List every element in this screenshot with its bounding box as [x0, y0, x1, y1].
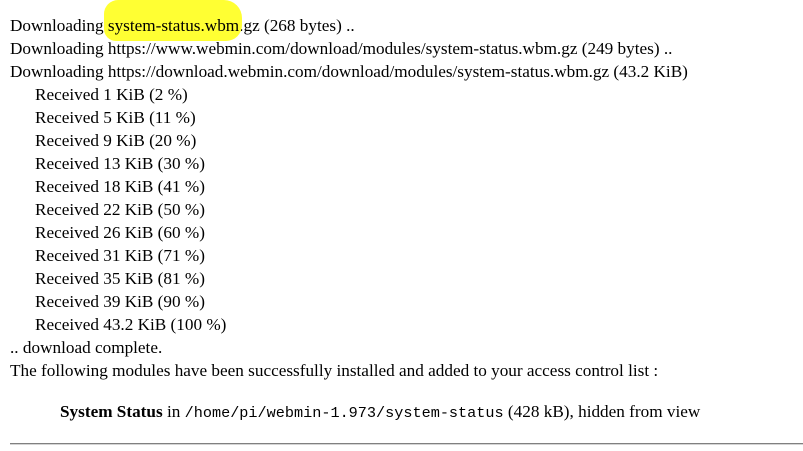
- horizontal-divider: [10, 443, 803, 445]
- module-in-label: in: [162, 402, 185, 421]
- download-suffix: .gz (268 bytes) ..: [239, 16, 355, 35]
- download-prefix: Downloading: [10, 16, 108, 35]
- installed-message: The following modules have been successf…: [10, 361, 659, 380]
- highlighted-filename-text: system-status.wbm: [107, 16, 240, 35]
- download-line-3: Downloading https://download.webmin.com/…: [10, 62, 688, 81]
- progress-line: Received 26 KiB (60 %): [35, 223, 205, 242]
- module-details: (428 kB), hidden from view: [503, 402, 701, 421]
- installed-module-entry: System Status in /home/pi/webmin-1.973/s…: [60, 400, 700, 424]
- progress-line: Received 1 KiB (2 %): [35, 85, 188, 104]
- module-path: /home/pi/webmin-1.973/system-status: [184, 404, 504, 422]
- progress-line: Received 31 KiB (71 %): [35, 246, 205, 265]
- module-name: System Status: [60, 402, 163, 421]
- progress-line: Received 35 KiB (81 %): [35, 269, 205, 288]
- progress-line: Received 13 KiB (30 %): [35, 154, 205, 173]
- highlighted-filename: system-status.wbm: [103, 0, 243, 41]
- progress-line: Received 43.2 KiB (100 %): [35, 315, 227, 334]
- progress-line: Received 22 KiB (50 %): [35, 200, 205, 219]
- progress-line: Received 5 KiB (11 %): [35, 108, 196, 127]
- progress-line: Received 9 KiB (20 %): [35, 131, 197, 150]
- install-log: Downloading system-status.wbm.gz (268 by…: [10, 0, 800, 382]
- download-complete-line: .. download complete.: [10, 338, 163, 357]
- progress-line: Received 18 KiB (41 %): [35, 177, 205, 196]
- progress-line: Received 39 KiB (90 %): [35, 292, 205, 311]
- download-line-1: Downloading system-status.wbm.gz (268 by…: [10, 0, 800, 41]
